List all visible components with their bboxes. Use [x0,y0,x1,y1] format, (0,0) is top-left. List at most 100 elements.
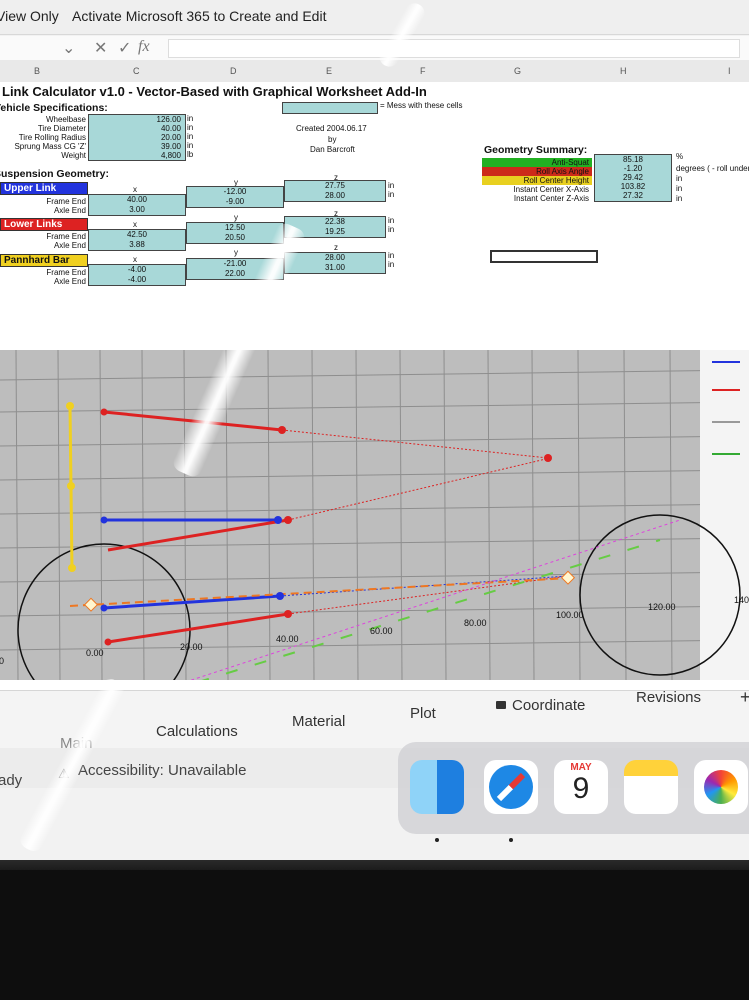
activate-message[interactable]: Activate Microsoft 365 to Create and Edi… [72,8,326,24]
tab-revisions[interactable]: Revisions [636,689,701,706]
finder-icon[interactable] [410,760,464,814]
dock: MAY 9 [398,742,749,842]
joint-point [284,516,292,524]
excel-window: View Only Activate Microsoft 365 to Crea… [0,0,749,870]
upper-y-cells[interactable]: -12.00 -9.00 [186,186,284,208]
row-label: Frame End [46,232,86,241]
created-by: by [328,135,337,144]
weight-value[interactable]: 4,800 [89,151,185,161]
joint-point [278,426,286,434]
axis-header-z: z [334,243,338,252]
tab-calculations[interactable]: Calculations [156,723,238,740]
x-tick-label: 0.00 [86,648,104,658]
unit-label: in [187,132,194,141]
accessibility-status[interactable]: Accessibility: Unavailable [78,762,246,779]
upper-frame-y[interactable]: -12.00 [187,187,283,197]
joint-point [284,610,292,618]
summary-labels: Anti-Squat Roll Axis Angle Roll Center H… [482,158,592,206]
calendar-icon[interactable]: MAY 9 [554,760,608,814]
function-icon[interactable]: fx [138,38,150,56]
upper-axle-x[interactable]: 3.00 [89,205,185,215]
lower-axle-y[interactable]: 20.50 [187,233,283,243]
formula-input[interactable] [168,39,740,58]
safari-running-indicator [509,838,513,842]
column-header[interactable]: B [34,66,40,76]
sheet-title: Link Calculator v1.0 - Vector-Based with… [2,84,427,99]
lower-frame-z[interactable]: 22.38 [285,217,385,227]
upper-z-cells[interactable]: 27.75 28.00 [284,180,386,202]
lower-frame-x[interactable]: 42.50 [89,230,185,240]
lower-y-cells[interactable]: 12.50 20.50 [186,222,284,244]
notes-icon[interactable] [624,760,678,814]
cancel-icon[interactable]: ✕ [94,38,107,58]
column-header[interactable]: C [133,66,140,76]
row-label: Axle End [53,277,86,286]
safari-icon[interactable] [484,760,538,814]
summary-values: 85.18 -1.20 29.42 103.82 27.32 [594,154,672,202]
panhard-axle-x[interactable]: -4.00 [89,275,185,285]
tab-plot[interactable]: Plot [410,705,436,722]
view-only-label: View Only [0,8,59,24]
lower-frame-y[interactable]: 12.50 [187,223,283,233]
lower-links-tag: Lower Links [0,218,88,231]
joint-point [276,592,284,600]
column-header[interactable]: G [514,66,521,76]
lower-projection [287,457,551,521]
lower-x-cells[interactable]: 42.50 3.88 [88,229,186,251]
upper-x-cells[interactable]: 40.00 3.00 [88,194,186,216]
lower-axle-x[interactable]: 3.88 [89,240,185,250]
add-sheet-button[interactable]: + [740,687,749,708]
worksheet[interactable]: Link Calculator v1.0 - Vector-Based with… [0,82,749,717]
unit-label: lb [187,150,194,159]
panhard-z-cells[interactable]: 28.00 31.00 [284,252,386,274]
lower-red-link-2 [107,612,289,644]
column-header[interactable]: E [326,66,332,76]
upper-frame-x[interactable]: 40.00 [89,195,185,205]
tab-material[interactable]: Material [292,713,345,730]
panhard-frame-z[interactable]: 28.00 [285,253,385,263]
joint-point [100,408,108,416]
info-bar: View Only Activate Microsoft 365 to Crea… [0,0,749,35]
red-projection [287,575,569,615]
unit-label: in [388,251,395,260]
upper-axle-y[interactable]: -9.00 [187,197,283,207]
vehicle-heading: Vehicle Specifications: [0,102,108,114]
upper-frame-z[interactable]: 27.75 [285,181,385,191]
vehicle-input-block[interactable]: 126.00 40.00 20.00 39.00 4,800 [88,114,186,161]
upper-axle-z[interactable]: 28.00 [285,191,385,201]
x-tick-label: 120.00 [648,602,676,612]
unit-label: degrees ( - roll under [676,164,749,173]
summary-label: Anti-Squat [482,158,592,167]
column-header[interactable]: F [420,66,426,76]
roll-axis [69,577,571,607]
selected-cell[interactable] [490,250,598,263]
photos-icon[interactable] [694,760,748,814]
author-name: Dan Barcroft [310,145,355,154]
roll-center-value: 29.42 [622,173,644,182]
chevron-icon[interactable]: ⌄ [62,38,75,58]
column-header[interactable]: I [728,66,731,76]
formula-bar: ⌄ ✕ ✓ fx [0,36,749,61]
panhard-frame-x[interactable]: -4.00 [89,265,185,275]
x-tick-label: 100.00 [556,610,584,620]
panhard-axle-z[interactable]: 31.00 [285,263,385,273]
legend-input-cell [282,102,378,114]
x-tick-label: 140 [734,595,749,605]
check-icon[interactable]: ✓ [118,38,131,58]
summary-label: Roll Axis Angle [482,167,592,176]
column-header[interactable]: H [620,66,627,76]
unit-label: in [676,174,683,183]
x-tick-label: 40.00 [276,634,299,644]
unit-label: in [388,225,395,234]
axis-header-y: y [234,213,238,222]
instant-center-point [544,454,552,462]
axis-header-y: y [234,248,238,257]
legend-box [700,350,749,680]
panhard-x-cells[interactable]: -4.00 -4.00 [88,264,186,286]
tab-coordinate[interactable]: Coordinate [496,697,585,714]
row-label: Axle End [53,206,86,215]
unit-label: in [187,114,194,123]
column-header[interactable]: D [230,66,237,76]
ready-status: ady [0,772,23,789]
summary-label: Instant Center X-Axis [513,185,589,194]
